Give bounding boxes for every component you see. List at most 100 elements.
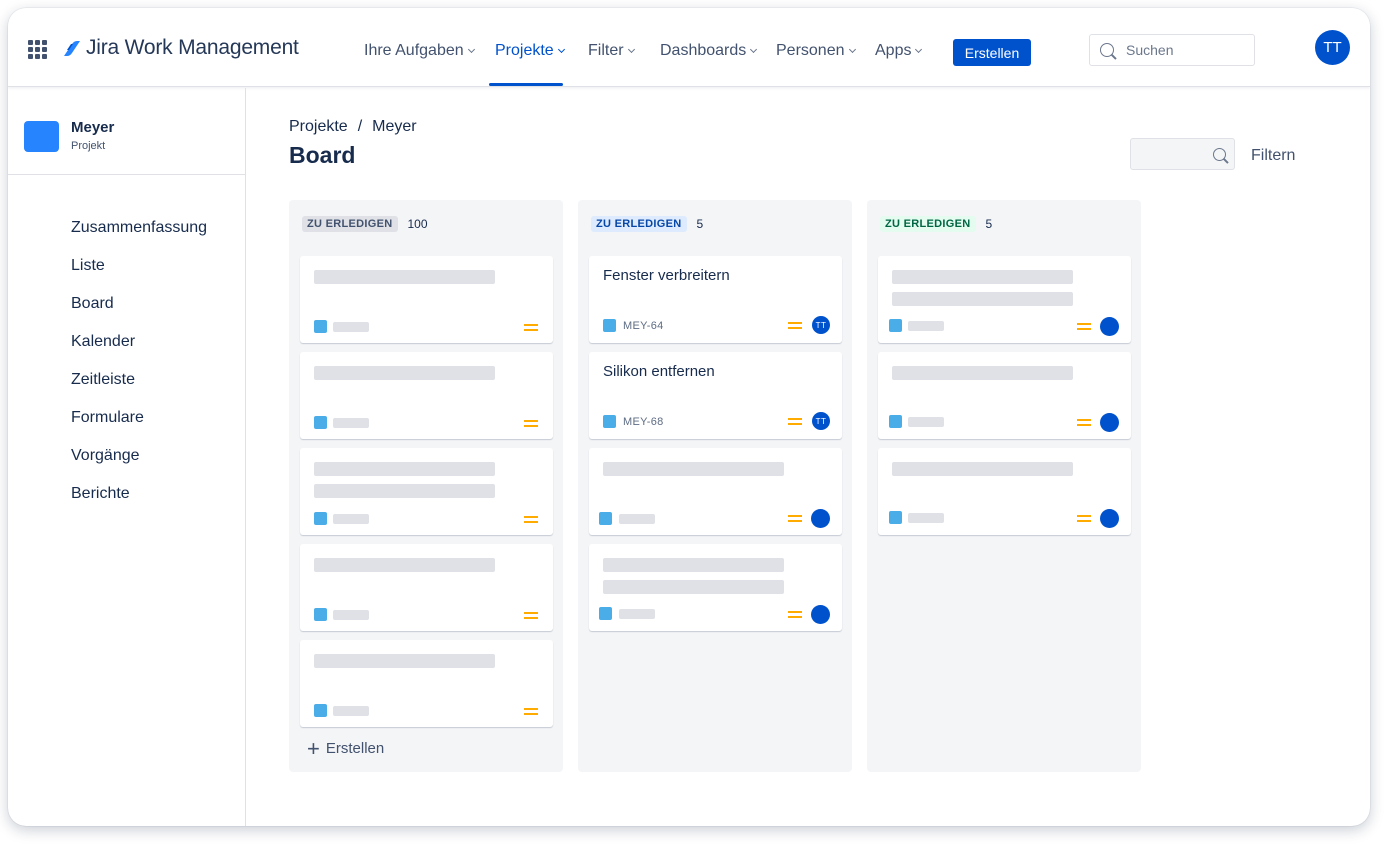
global-search[interactable] bbox=[1089, 34, 1255, 66]
skeleton-key bbox=[333, 514, 369, 524]
nav-apps[interactable]: Apps bbox=[875, 42, 923, 60]
priority-medium-icon bbox=[1077, 515, 1091, 522]
column-header: ZU ERLEDIGEN 100 bbox=[302, 216, 428, 232]
skeleton-key bbox=[333, 706, 369, 716]
issue-title: Silikon entfernen bbox=[603, 363, 715, 380]
nav-personen[interactable]: Personen bbox=[776, 42, 856, 60]
skeleton-line bbox=[314, 462, 495, 476]
placeholder-card[interactable] bbox=[878, 352, 1131, 439]
top-navigation: Jira Work Management Ihre Aufgaben Proje… bbox=[8, 8, 1370, 87]
issue-title: Fenster verbreitern bbox=[603, 267, 730, 284]
priority-medium-icon bbox=[788, 611, 802, 618]
column-create-button[interactable]: + Erstellen bbox=[307, 737, 384, 759]
nav-dashboards[interactable]: Dashboards bbox=[660, 42, 758, 60]
nav-label: Dashboards bbox=[660, 42, 747, 59]
search-icon bbox=[1213, 148, 1226, 161]
placeholder-card[interactable] bbox=[878, 256, 1131, 343]
placeholder-card[interactable] bbox=[300, 640, 553, 727]
breadcrumb-meyer[interactable]: Meyer bbox=[372, 118, 416, 135]
nav-projekte[interactable]: Projekte bbox=[495, 42, 565, 60]
skeleton-key bbox=[333, 322, 369, 332]
skeleton-line bbox=[314, 270, 495, 284]
placeholder-card[interactable] bbox=[300, 448, 553, 535]
priority-medium-icon bbox=[1077, 323, 1091, 330]
project-header[interactable]: Meyer Projekt bbox=[8, 88, 245, 175]
create-button[interactable]: Erstellen bbox=[953, 39, 1031, 66]
assignee-avatar[interactable] bbox=[1100, 413, 1119, 432]
nav-filter[interactable]: Filter bbox=[588, 42, 635, 60]
priority-medium-icon bbox=[524, 420, 538, 427]
placeholder-card[interactable] bbox=[300, 352, 553, 439]
assignee-avatar[interactable] bbox=[1100, 317, 1119, 336]
nav-label: Projekte bbox=[495, 42, 554, 59]
priority-medium-icon bbox=[524, 516, 538, 523]
task-type-icon bbox=[889, 415, 902, 428]
chevron-down-icon bbox=[915, 45, 923, 54]
task-type-icon bbox=[889, 319, 902, 332]
task-type-icon bbox=[603, 415, 616, 428]
placeholder-card[interactable] bbox=[300, 256, 553, 343]
skeleton-key bbox=[908, 417, 944, 427]
product-logo[interactable]: Jira Work Management bbox=[63, 36, 299, 60]
search-icon bbox=[1100, 43, 1114, 57]
sidebar-item-vorgaenge[interactable]: Vorgänge bbox=[71, 447, 140, 465]
column-count: 100 bbox=[407, 217, 428, 231]
skeleton-line bbox=[314, 484, 495, 498]
breadcrumb: Projekte / Meyer bbox=[289, 118, 417, 136]
nav-ihre-aufgaben[interactable]: Ihre Aufgaben bbox=[364, 42, 475, 60]
sidebar-item-formulare[interactable]: Formulare bbox=[71, 409, 144, 427]
active-nav-indicator bbox=[489, 83, 563, 86]
issue-card[interactable]: Fenster verbreitern MEY-64 TT bbox=[589, 256, 842, 343]
placeholder-card[interactable] bbox=[300, 544, 553, 631]
project-icon bbox=[24, 121, 59, 152]
board-search-input[interactable] bbox=[1130, 138, 1235, 170]
board-column: ZU ERLEDIGEN 5 Fenster verbreitern MEY-6… bbox=[578, 200, 852, 772]
placeholder-card[interactable] bbox=[589, 544, 842, 631]
status-lozenge: ZU ERLEDIGEN bbox=[880, 216, 976, 232]
task-type-icon bbox=[599, 512, 612, 525]
chevron-down-icon bbox=[627, 45, 635, 54]
priority-medium-icon bbox=[524, 708, 538, 715]
sidebar-item-berichte[interactable]: Berichte bbox=[71, 485, 130, 503]
app-switcher-icon[interactable] bbox=[28, 40, 47, 59]
chevron-down-icon bbox=[557, 45, 565, 54]
column-count: 5 bbox=[985, 217, 993, 231]
sidebar-item-kalender[interactable]: Kalender bbox=[71, 333, 135, 351]
project-sidebar: Meyer Projekt Zusammenfassung Liste Boar… bbox=[8, 88, 246, 826]
nav-label: Apps bbox=[875, 42, 912, 59]
task-type-icon bbox=[599, 607, 612, 620]
skeleton-key bbox=[333, 418, 369, 428]
chevron-down-icon bbox=[848, 45, 856, 54]
sidebar-item-zusammenfassung[interactable]: Zusammenfassung bbox=[71, 219, 207, 237]
page-title: Board bbox=[289, 142, 356, 168]
issue-key: MEY-64 bbox=[623, 320, 664, 332]
chevron-down-icon bbox=[467, 45, 475, 54]
breadcrumb-separator: / bbox=[357, 118, 363, 135]
sidebar-item-zeitleiste[interactable]: Zeitleiste bbox=[71, 371, 135, 389]
assignee-avatar[interactable]: TT bbox=[812, 412, 830, 430]
priority-medium-icon bbox=[788, 322, 802, 329]
assignee-avatar[interactable]: TT bbox=[812, 316, 830, 334]
project-type: Projekt bbox=[71, 140, 106, 152]
placeholder-card[interactable] bbox=[589, 448, 842, 535]
product-name: Jira Work Management bbox=[86, 36, 299, 59]
nav-label: Filter bbox=[588, 42, 624, 59]
issue-key: MEY-68 bbox=[623, 416, 664, 428]
skeleton-key bbox=[619, 609, 655, 619]
task-type-icon bbox=[314, 416, 327, 429]
skeleton-line bbox=[314, 558, 495, 572]
placeholder-card[interactable] bbox=[878, 448, 1131, 535]
assignee-avatar[interactable] bbox=[811, 605, 830, 624]
user-avatar[interactable]: TT bbox=[1315, 30, 1350, 65]
issue-card[interactable]: Silikon entfernen MEY-68 TT bbox=[589, 352, 842, 439]
breadcrumb-projekte[interactable]: Projekte bbox=[289, 118, 348, 135]
search-input[interactable] bbox=[1126, 35, 1246, 65]
skeleton-key bbox=[619, 514, 655, 524]
sidebar-item-liste[interactable]: Liste bbox=[71, 257, 105, 275]
skeleton-key bbox=[908, 513, 944, 523]
filter-button[interactable]: Filtern bbox=[1251, 147, 1295, 165]
sidebar-item-board[interactable]: Board bbox=[71, 295, 114, 313]
app-window: Jira Work Management Ihre Aufgaben Proje… bbox=[8, 8, 1370, 826]
assignee-avatar[interactable] bbox=[811, 509, 830, 528]
assignee-avatar[interactable] bbox=[1100, 509, 1119, 528]
